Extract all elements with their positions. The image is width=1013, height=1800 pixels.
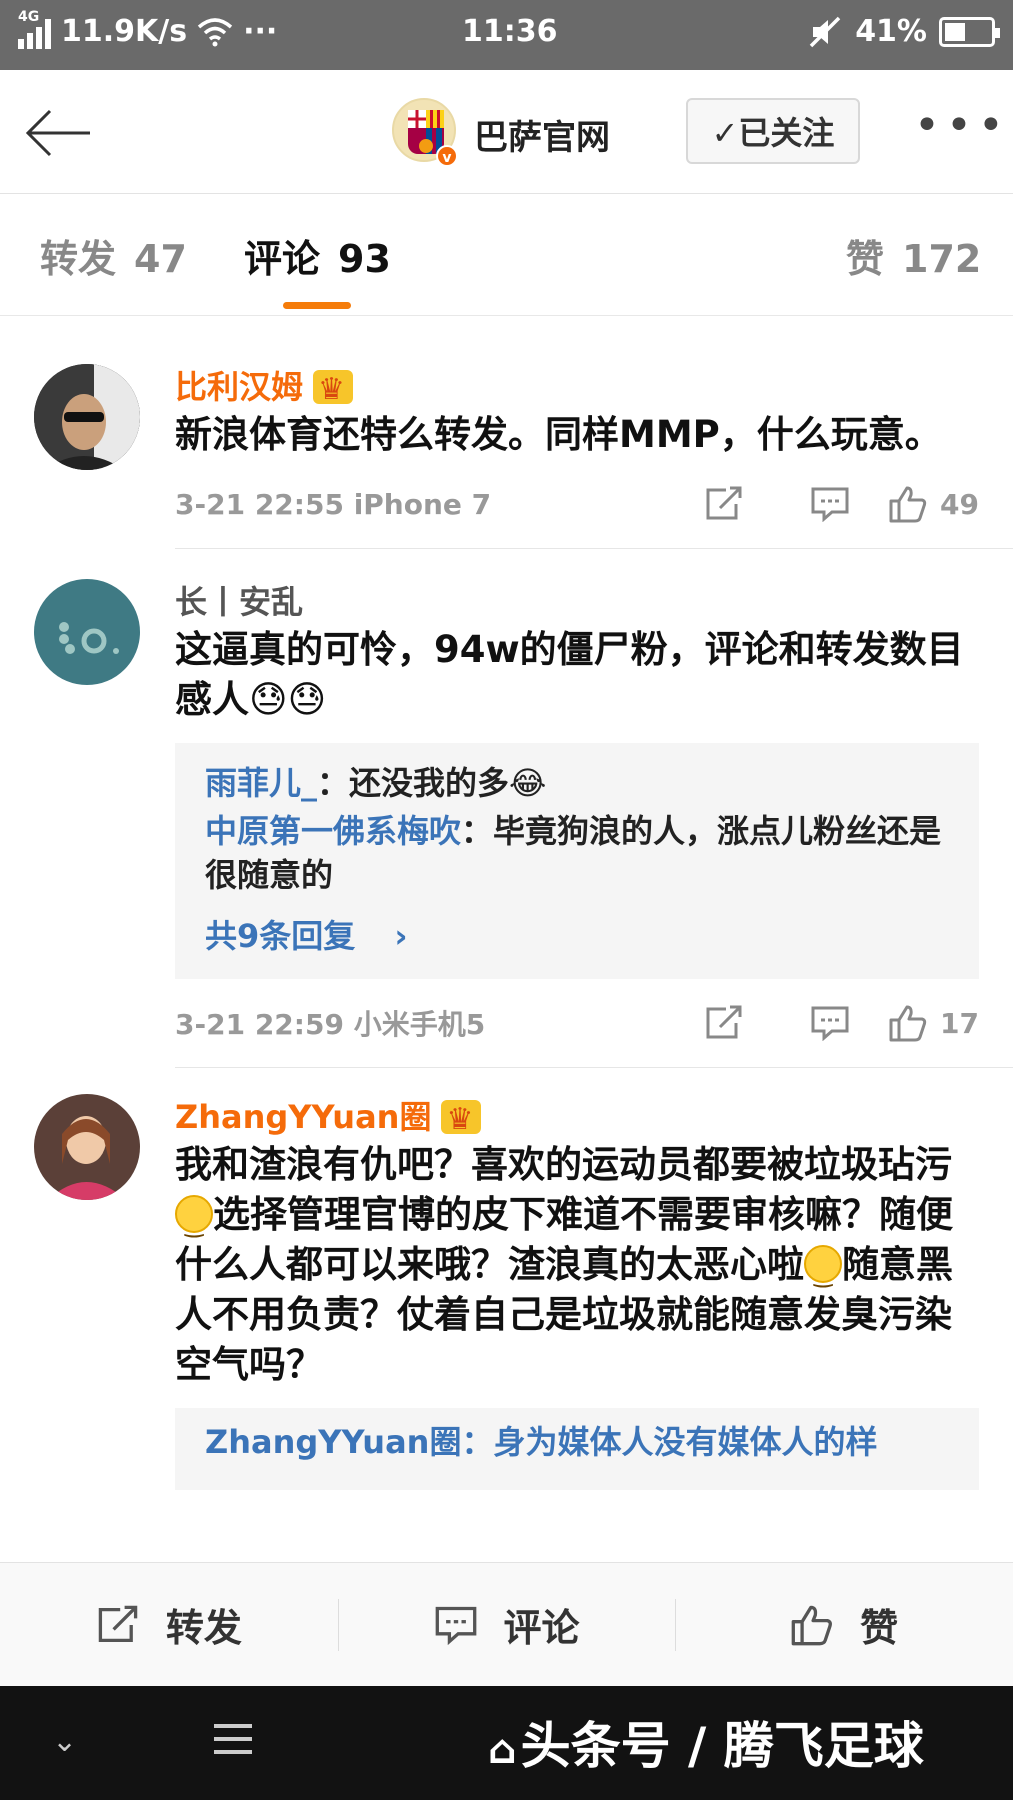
follow-button[interactable]: ✓已关注 <box>686 98 860 164</box>
chevron-right-icon: › <box>394 917 408 955</box>
smile-emoji-icon <box>175 1195 213 1251</box>
back-arrow-icon[interactable] <box>24 108 94 158</box>
repost-label: 转发 <box>165 1606 242 1650</box>
comment-item: 比利汉姆 新浪体育还特么转发。同样MMP，什么玩意。 3-21 22:55 iP… <box>0 316 1013 534</box>
like-label: 赞 <box>860 1606 899 1650</box>
avatar-photo <box>34 1094 140 1200</box>
thumb-up-icon <box>791 1605 833 1645</box>
comment-text: 新浪体育还特么转发。同样MMP，什么玩意。 <box>175 413 942 456</box>
reply-preview-box[interactable]: 雨菲儿_：还没我的多😂 中原第一佛系梅吹：毕竟狗浪的人，涨点儿粉丝还是很随意的 … <box>175 743 979 979</box>
account-name[interactable]: 巴萨官网 <box>474 110 610 159</box>
comment-meta: 3-21 22:59 小米手机5 17 <box>175 993 979 1053</box>
comment-list: 比利汉姆 新浪体育还特么转发。同样MMP，什么玩意。 3-21 22:55 iP… <box>0 316 1013 1562</box>
reply-preview-box[interactable]: ZhangYYuan圈：身为媒体人没有媒体人的样 <box>175 1408 979 1490</box>
comment-icon[interactable] <box>777 484 883 524</box>
active-tab-indicator <box>283 302 351 309</box>
comment-username[interactable]: 比利汉姆 <box>175 364 979 413</box>
verified-badge: v <box>436 145 458 167</box>
repost-icon[interactable] <box>671 484 777 524</box>
avatar[interactable] <box>34 579 140 685</box>
menu-icon[interactable] <box>214 1724 252 1763</box>
tab-comments[interactable]: 评论 93 <box>244 228 391 283</box>
crown-icon <box>441 1097 482 1143</box>
reply-username[interactable]: 雨菲儿_ <box>205 764 317 802</box>
comment-button[interactable]: 评论 <box>337 1563 676 1686</box>
battery-percent: 41% <box>855 14 927 49</box>
battery-icon <box>939 16 1000 47</box>
username-text: 长丨安乱 <box>175 583 304 621</box>
avatar[interactable] <box>34 1094 140 1200</box>
thumb-up-icon <box>889 486 927 523</box>
comment-item: ZhangYYuan圈 我和渣浪有仇吧？喜欢的运动员都要被垃圾玷污选择管理官博的… <box>0 1068 1013 1490</box>
network-type: 4G <box>18 8 40 25</box>
comment-icon[interactable] <box>777 1003 883 1043</box>
avatar-photo <box>34 579 140 685</box>
tab-count: 47 <box>134 237 187 281</box>
reply-text: ：还没我的多😂 <box>317 764 547 802</box>
comment-text: 我和渣浪有仇吧？喜欢的运动员都要被垃圾玷污选择管理官博的皮下难道不需要审核嘛？随… <box>175 1140 979 1390</box>
comment-text-part: 我和渣浪有仇吧？喜欢的运动员都要被垃圾玷污 <box>175 1143 952 1186</box>
reply-item: 雨菲儿_：还没我的多😂 <box>205 761 949 805</box>
tab-reposts[interactable]: 转发 47 <box>40 228 187 283</box>
avatar[interactable] <box>34 364 140 470</box>
reply-username[interactable]: 中原第一佛系梅吹 <box>205 812 461 850</box>
network-speed: 11.9K/s <box>61 14 188 49</box>
comment-meta: 3-21 22:55 iPhone 7 49 <box>175 474 979 534</box>
tab-count: 172 <box>902 237 982 281</box>
bottom-action-bar: 转发 评论 赞 <box>0 1562 1013 1686</box>
more-status-icon: ··· <box>243 14 278 49</box>
view-all-replies-label: 共9条回复 <box>205 917 356 955</box>
chevron-down-icon[interactable]: ⌄ <box>52 1724 77 1759</box>
tab-count: 93 <box>338 237 391 281</box>
like-count: 49 <box>940 487 979 521</box>
view-all-replies-link[interactable]: 共9条回复 › <box>205 911 949 957</box>
status-bar: 4G 11.9K/s ··· 11:36 41% <box>0 0 1013 70</box>
comment-timestamp-device: 3-21 22:59 小米手机5 <box>175 1008 486 1041</box>
tab-bar: 转发 47 评论 93 赞 172 <box>0 194 1013 316</box>
comment-username[interactable]: ZhangYYuan圈 <box>175 1094 979 1143</box>
comment-timestamp-device: 3-21 22:55 iPhone 7 <box>175 487 492 521</box>
like-button[interactable]: 49 <box>883 485 979 523</box>
like-button[interactable]: 17 <box>883 1004 979 1042</box>
like-count: 17 <box>940 1006 979 1040</box>
username-text: ZhangYYuan圈 <box>175 1098 432 1136</box>
tab-label: 赞 <box>846 237 885 281</box>
comment-username[interactable]: 长丨安乱 <box>175 579 979 625</box>
tab-label: 评论 <box>244 237 321 281</box>
like-post-button[interactable]: 赞 <box>675 1563 1013 1686</box>
repost-icon <box>98 1605 138 1642</box>
tab-label: 转发 <box>40 237 117 281</box>
comment-icon <box>435 1606 476 1645</box>
username-text: 比利汉姆 <box>175 368 304 406</box>
comment-label: 评论 <box>503 1606 580 1650</box>
more-options-icon[interactable]: ••• <box>914 104 1010 148</box>
reply-item: 中原第一佛系梅吹：毕竟狗浪的人，涨点儿粉丝还是很随意的 <box>205 809 949 897</box>
tab-likes[interactable]: 赞 172 <box>846 228 981 283</box>
smile-emoji-icon <box>804 1245 842 1301</box>
repost-button[interactable]: 转发 <box>0 1563 338 1686</box>
comment-item: 长丨安乱 这逼真的可怜，94w的僵尸粉，评论和转发数目感人😓😓 雨菲儿_：还没我… <box>0 549 1013 1053</box>
reply-preview-text: ZhangYYuan圈：身为媒体人没有媒体人的样 <box>205 1423 878 1461</box>
thumb-up-icon <box>889 1005 927 1042</box>
avatar-photo <box>34 364 140 470</box>
repost-icon[interactable] <box>671 1003 777 1043</box>
watermark: ⌂头条号 / 腾飞足球 <box>488 1706 924 1778</box>
top-nav-bar: v 巴萨官网 ✓已关注 ••• <box>0 70 1013 194</box>
wifi-icon <box>197 17 233 46</box>
home-outline-icon: ⌂ <box>488 1727 517 1773</box>
mute-icon <box>809 16 841 47</box>
system-nav-bar: ⌄ ⌂头条号 / 腾飞足球 <box>0 1686 1013 1800</box>
status-right: 41% <box>809 14 1000 49</box>
watermark-text: 头条号 / 腾飞足球 <box>520 1717 924 1775</box>
status-left: 4G 11.9K/s ··· <box>18 9 278 49</box>
clock: 11:36 <box>462 14 558 49</box>
crown-icon <box>313 367 354 413</box>
signal-icon: 4G <box>18 9 51 49</box>
comment-text: 这逼真的可怜，94w的僵尸粉，评论和转发数目感人😓😓 <box>175 628 964 721</box>
